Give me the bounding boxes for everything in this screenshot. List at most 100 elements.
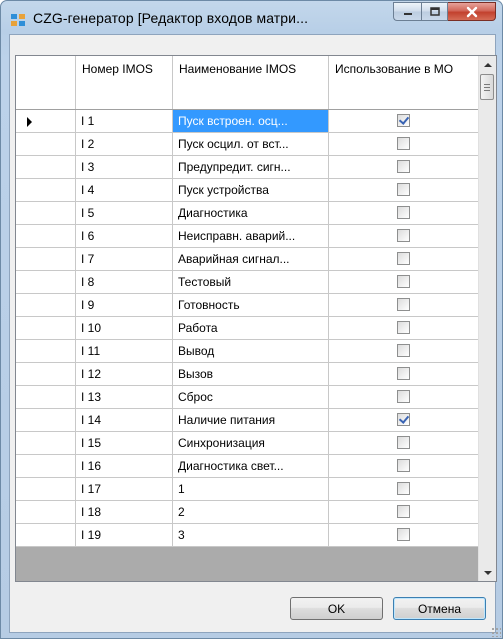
table-row[interactable]: I 18 2: [16, 501, 479, 524]
row-header[interactable]: [16, 524, 76, 547]
table-row[interactable]: I 2 Пуск осцил. от вст...: [16, 133, 479, 156]
table-row[interactable]: I 16 Диагностика свет...: [16, 455, 479, 478]
imos-number-cell[interactable]: I 5: [76, 202, 173, 225]
usage-checkbox[interactable]: [397, 436, 410, 449]
table-row[interactable]: I 14 Наличие питания: [16, 409, 479, 432]
imos-name-cell[interactable]: Вывод: [173, 340, 329, 363]
table-row[interactable]: I 13 Сброс: [16, 386, 479, 409]
column-header-imos-number[interactable]: Номер IMOS: [76, 56, 173, 109]
imos-name-cell[interactable]: Предупредит. сигн...: [173, 156, 329, 179]
close-button[interactable]: [448, 2, 496, 21]
usage-checkbox[interactable]: [397, 206, 410, 219]
row-header[interactable]: [16, 363, 76, 386]
row-header[interactable]: [16, 386, 76, 409]
imos-number-cell[interactable]: I 4: [76, 179, 173, 202]
imos-name-cell[interactable]: Работа: [173, 317, 329, 340]
imos-number-cell[interactable]: I 8: [76, 271, 173, 294]
imos-name-cell[interactable]: Диагностика: [173, 202, 329, 225]
imos-name-cell[interactable]: Синхронизация: [173, 432, 329, 455]
table-row[interactable]: I 4 Пуск устройства: [16, 179, 479, 202]
usage-checkbox[interactable]: [397, 114, 410, 127]
imos-name-cell[interactable]: Диагностика свет...: [173, 455, 329, 478]
usage-checkbox[interactable]: [397, 344, 410, 357]
imos-name-cell[interactable]: 2: [173, 501, 329, 524]
imos-name-cell[interactable]: Готовность: [173, 294, 329, 317]
maximize-button[interactable]: [421, 2, 448, 21]
imos-name-cell[interactable]: Неисправн. аварий...: [173, 225, 329, 248]
table-row[interactable]: I 1 Пуск встроен. осц...: [16, 110, 479, 133]
table-row[interactable]: I 3 Предупредит. сигн...: [16, 156, 479, 179]
imos-number-cell[interactable]: I 9: [76, 294, 173, 317]
row-header[interactable]: [16, 248, 76, 271]
table-row[interactable]: I 8 Тестовый: [16, 271, 479, 294]
table-row[interactable]: I 6 Неисправн. аварий...: [16, 225, 479, 248]
scroll-up-button[interactable]: [479, 56, 496, 73]
imos-name-cell[interactable]: 1: [173, 478, 329, 501]
column-header-usage-in-mo[interactable]: Использование в МО: [329, 56, 479, 109]
usage-checkbox[interactable]: [397, 137, 410, 150]
usage-checkbox[interactable]: [397, 367, 410, 380]
imos-number-cell[interactable]: I 12: [76, 363, 173, 386]
row-header[interactable]: [16, 202, 76, 225]
ok-button[interactable]: OK: [290, 597, 383, 620]
usage-checkbox[interactable]: [397, 275, 410, 288]
imos-name-cell[interactable]: Пуск встроен. осц...: [173, 110, 329, 133]
row-header[interactable]: [16, 271, 76, 294]
imos-number-cell[interactable]: I 17: [76, 478, 173, 501]
usage-checkbox[interactable]: [397, 321, 410, 334]
usage-checkbox[interactable]: [397, 505, 410, 518]
minimize-button[interactable]: [393, 2, 421, 21]
imos-number-cell[interactable]: I 7: [76, 248, 173, 271]
row-header[interactable]: [16, 478, 76, 501]
imos-number-cell[interactable]: I 2: [76, 133, 173, 156]
table-row[interactable]: I 5 Диагностика: [16, 202, 479, 225]
imos-name-cell[interactable]: Наличие питания: [173, 409, 329, 432]
imos-name-cell[interactable]: Пуск осцил. от вст...: [173, 133, 329, 156]
row-header[interactable]: [16, 455, 76, 478]
table-row[interactable]: I 11 Вывод: [16, 340, 479, 363]
cancel-button[interactable]: Отмена: [393, 597, 486, 620]
scroll-thumb[interactable]: [480, 74, 494, 100]
usage-checkbox[interactable]: [397, 252, 410, 265]
imos-number-cell[interactable]: I 11: [76, 340, 173, 363]
table-row[interactable]: I 15 Синхронизация: [16, 432, 479, 455]
usage-checkbox[interactable]: [397, 413, 410, 426]
imos-number-cell[interactable]: I 19: [76, 524, 173, 547]
imos-number-cell[interactable]: I 16: [76, 455, 173, 478]
row-header[interactable]: [16, 409, 76, 432]
imos-number-cell[interactable]: I 15: [76, 432, 173, 455]
usage-checkbox[interactable]: [397, 528, 410, 541]
imos-number-cell[interactable]: I 10: [76, 317, 173, 340]
row-header[interactable]: [16, 432, 76, 455]
row-header[interactable]: [16, 156, 76, 179]
imos-name-cell[interactable]: Пуск устройства: [173, 179, 329, 202]
inputs-grid[interactable]: Номер IMOS Наименование IMOS Использован…: [15, 55, 497, 582]
row-header[interactable]: [16, 340, 76, 363]
imos-name-cell[interactable]: Вызов: [173, 363, 329, 386]
usage-checkbox[interactable]: [397, 390, 410, 403]
table-row[interactable]: I 12 Вызов: [16, 363, 479, 386]
row-header[interactable]: [16, 317, 76, 340]
imos-number-cell[interactable]: I 1: [76, 110, 173, 133]
imos-number-cell[interactable]: I 3: [76, 156, 173, 179]
usage-checkbox[interactable]: [397, 160, 410, 173]
imos-name-cell[interactable]: Сброс: [173, 386, 329, 409]
usage-checkbox[interactable]: [397, 459, 410, 472]
imos-name-cell[interactable]: 3: [173, 524, 329, 547]
usage-checkbox[interactable]: [397, 482, 410, 495]
imos-name-cell[interactable]: Аварийная сигнал...: [173, 248, 329, 271]
table-row[interactable]: I 9 Готовность: [16, 294, 479, 317]
imos-number-cell[interactable]: I 18: [76, 501, 173, 524]
resize-grip[interactable]: [491, 627, 501, 637]
imos-number-cell[interactable]: I 13: [76, 386, 173, 409]
row-header[interactable]: [16, 110, 76, 133]
row-header[interactable]: [16, 179, 76, 202]
table-row[interactable]: I 17 1: [16, 478, 479, 501]
usage-checkbox[interactable]: [397, 298, 410, 311]
usage-checkbox[interactable]: [397, 183, 410, 196]
title-bar[interactable]: CZG-генератор [Редактор входов матри...: [1, 1, 502, 35]
table-row[interactable]: I 7 Аварийная сигнал...: [16, 248, 479, 271]
row-header[interactable]: [16, 501, 76, 524]
vertical-scrollbar[interactable]: [478, 56, 496, 581]
usage-checkbox[interactable]: [397, 229, 410, 242]
